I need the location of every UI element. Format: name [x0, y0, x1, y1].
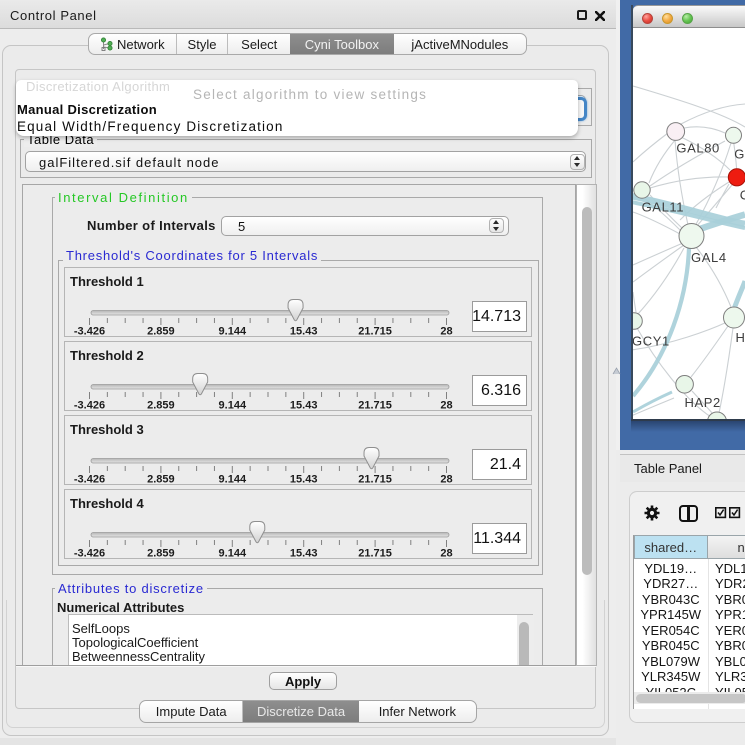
svg-text:9.144: 9.144 [219, 325, 247, 337]
svg-text:21.715: 21.715 [358, 547, 392, 559]
svg-text:21.715: 21.715 [358, 473, 392, 485]
svg-text:2.859: 2.859 [147, 473, 175, 485]
svg-text:-3.426: -3.426 [74, 473, 105, 485]
svg-text:9.144: 9.144 [219, 399, 247, 411]
svg-text:HA: HA [736, 330, 745, 345]
svg-text:15.43: 15.43 [290, 547, 318, 559]
svg-text:2.859: 2.859 [147, 399, 175, 411]
svg-text:28: 28 [440, 325, 452, 337]
svg-text:28: 28 [440, 547, 452, 559]
svg-text:GAL11: GAL11 [642, 200, 685, 215]
svg-text:GCY1: GCY1 [633, 334, 670, 349]
svg-text:2.859: 2.859 [147, 325, 175, 337]
svg-text:C: C [740, 188, 745, 203]
svg-text:-3.426: -3.426 [74, 547, 105, 559]
svg-text:28: 28 [440, 399, 452, 411]
svg-text:HAP2: HAP2 [685, 395, 721, 410]
svg-text:9.144: 9.144 [219, 473, 247, 485]
svg-text:2.859: 2.859 [147, 547, 175, 559]
svg-text:21.715: 21.715 [358, 325, 392, 337]
svg-text:9.144: 9.144 [219, 547, 247, 559]
svg-text:15.43: 15.43 [290, 473, 318, 485]
svg-text:-3.426: -3.426 [74, 325, 105, 337]
svg-text:15.43: 15.43 [290, 399, 318, 411]
svg-text:-3.426: -3.426 [74, 399, 105, 411]
svg-text:15.43: 15.43 [290, 325, 318, 337]
svg-text:GAL4: GAL4 [691, 250, 727, 265]
svg-text:21.715: 21.715 [358, 399, 392, 411]
svg-text:GAL80: GAL80 [676, 141, 719, 156]
svg-text:28: 28 [440, 473, 452, 485]
svg-text:GA: GA [734, 147, 745, 162]
